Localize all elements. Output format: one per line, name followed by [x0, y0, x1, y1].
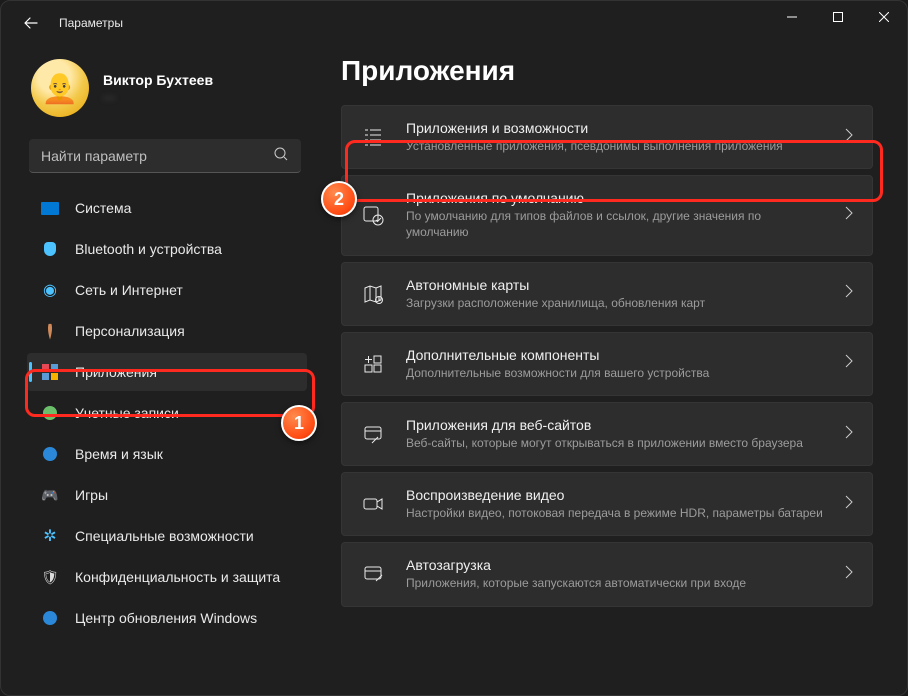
user-name: Виктор Бухтеев: [103, 72, 213, 88]
gaming-icon: 🎮: [41, 486, 59, 504]
main-content: Приложения Приложения и возможности Уста…: [313, 45, 895, 695]
card-subtitle: Веб-сайты, которые могут открываться в п…: [406, 435, 824, 451]
sidebar-item-label: Специальные возможности: [75, 528, 254, 544]
accessibility-icon: ✲: [41, 527, 59, 545]
card-subtitle: Настройки видео, потоковая передача в ре…: [406, 505, 824, 521]
chevron-right-icon: [844, 425, 854, 444]
sidebar-item-accounts[interactable]: Учетные записи: [27, 394, 307, 432]
sidebar-item-gaming[interactable]: 🎮 Игры: [27, 476, 307, 514]
sidebar-item-bluetooth[interactable]: Bluetooth и устройства: [27, 230, 307, 268]
card-subtitle: Загрузки расположение хранилища, обновле…: [406, 295, 824, 311]
chevron-right-icon: [844, 495, 854, 514]
avatar: 🧑‍🦲: [31, 59, 89, 117]
page-title: Приложения: [341, 55, 873, 87]
sidebar-item-label: Игры: [75, 487, 108, 503]
sidebar-item-windows-update[interactable]: Центр обновления Windows: [27, 599, 307, 637]
chevron-right-icon: [844, 565, 854, 584]
sidebar-item-apps[interactable]: Приложения: [27, 353, 307, 391]
sidebar-item-network[interactable]: ◉ Сеть и Интернет: [27, 271, 307, 309]
window-title: Параметры: [59, 16, 123, 30]
card-title: Приложения и возможности: [406, 120, 824, 136]
sidebar-item-accessibility[interactable]: ✲ Специальные возможности: [27, 517, 307, 555]
minimize-button[interactable]: [769, 1, 815, 33]
card-title: Приложения для веб-сайтов: [406, 417, 824, 433]
search-box[interactable]: [29, 139, 301, 173]
sidebar-item-label: Сеть и Интернет: [75, 282, 183, 298]
settings-window: Параметры 🧑‍🦲 Виктор Бухтеев —: [0, 0, 908, 696]
system-icon: [41, 199, 59, 217]
optional-features-icon: [360, 353, 386, 375]
card-offline-maps[interactable]: Автономные карты Загрузки расположение х…: [341, 262, 873, 326]
sidebar-nav: Система Bluetooth и устройства ◉ Сеть и …: [27, 189, 307, 637]
sidebar-item-label: Система: [75, 200, 131, 216]
card-title: Автономные карты: [406, 277, 824, 293]
sidebar-item-personalization[interactable]: Персонализация: [27, 312, 307, 350]
card-title: Дополнительные компоненты: [406, 347, 824, 363]
websites-icon: [360, 423, 386, 445]
user-profile[interactable]: 🧑‍🦲 Виктор Бухтеев —: [27, 53, 307, 135]
sidebar-item-label: Приложения: [75, 364, 157, 380]
sidebar-item-label: Центр обновления Windows: [75, 610, 257, 626]
close-button[interactable]: [861, 1, 907, 33]
shield-icon: 🛡: [41, 568, 59, 586]
window-controls: [769, 1, 907, 33]
brush-icon: [41, 322, 59, 340]
card-default-apps[interactable]: Приложения по умолчанию По умолчанию для…: [341, 175, 873, 255]
chevron-right-icon: [844, 354, 854, 373]
sidebar-item-label: Время и язык: [75, 446, 163, 462]
card-subtitle: Установленные приложения, псевдонимы вып…: [406, 138, 824, 154]
default-apps-icon: [360, 204, 386, 226]
startup-icon: [360, 563, 386, 585]
search-icon: [273, 146, 289, 167]
bluetooth-icon: [41, 240, 59, 258]
card-subtitle: По умолчанию для типов файлов и ссылок, …: [406, 208, 824, 240]
back-arrow-icon: [23, 15, 39, 31]
sidebar-item-label: Учетные записи: [75, 405, 179, 421]
sidebar-item-system[interactable]: Система: [27, 189, 307, 227]
sidebar: 🧑‍🦲 Виктор Бухтеев — Система: [13, 45, 313, 695]
sidebar-item-label: Конфиденциальность и защита: [75, 569, 280, 585]
close-icon: [879, 12, 889, 22]
maximize-button[interactable]: [815, 1, 861, 33]
card-apps-for-websites[interactable]: Приложения для веб-сайтов Веб-сайты, кот…: [341, 402, 873, 466]
sidebar-item-label: Персонализация: [75, 323, 185, 339]
minimize-icon: [787, 12, 797, 22]
chevron-right-icon: [844, 128, 854, 147]
wifi-icon: ◉: [41, 281, 59, 299]
card-apps-features[interactable]: Приложения и возможности Установленные п…: [341, 105, 873, 169]
video-icon: [360, 493, 386, 515]
card-subtitle: Приложения, которые запускаются автомати…: [406, 575, 824, 591]
card-title: Автозагрузка: [406, 557, 824, 573]
card-title: Воспроизведение видео: [406, 487, 824, 503]
apps-features-icon: [360, 126, 386, 148]
card-video-playback[interactable]: Воспроизведение видео Настройки видео, п…: [341, 472, 873, 536]
user-icon: [41, 404, 59, 422]
clock-icon: [41, 445, 59, 463]
chevron-right-icon: [844, 284, 854, 303]
user-email: —: [103, 90, 213, 104]
card-optional-features[interactable]: Дополнительные компоненты Дополнительные…: [341, 332, 873, 396]
sidebar-item-privacy[interactable]: 🛡 Конфиденциальность и защита: [27, 558, 307, 596]
card-startup[interactable]: Автозагрузка Приложения, которые запуска…: [341, 542, 873, 606]
back-button[interactable]: [15, 7, 47, 39]
card-subtitle: Дополнительные возможности для вашего ус…: [406, 365, 824, 381]
search-input[interactable]: [29, 139, 301, 173]
chevron-right-icon: [844, 206, 854, 225]
apps-icon: [41, 363, 59, 381]
sidebar-item-label: Bluetooth и устройства: [75, 241, 222, 257]
maximize-icon: [833, 12, 843, 22]
card-title: Приложения по умолчанию: [406, 190, 824, 206]
sidebar-item-time-language[interactable]: Время и язык: [27, 435, 307, 473]
update-icon: [41, 609, 59, 627]
maps-icon: [360, 283, 386, 305]
